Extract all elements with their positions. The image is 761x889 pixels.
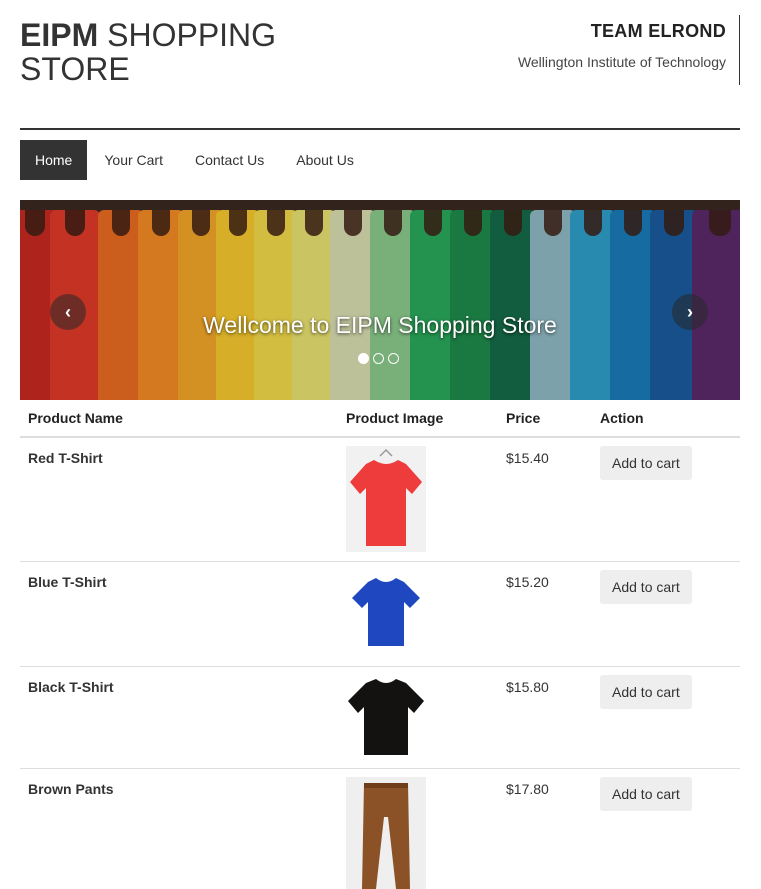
add-to-cart-button[interactable]: Add to cart bbox=[600, 776, 692, 811]
brand-bold: EIPM bbox=[20, 17, 99, 53]
product-image-cell bbox=[338, 768, 498, 889]
header-divider bbox=[20, 128, 740, 130]
site-header: EIPM SHOPPING STORE TEAM ELROND Wellingt… bbox=[20, 15, 740, 90]
carousel-indicators bbox=[358, 353, 403, 364]
carousel-indicator[interactable] bbox=[388, 353, 399, 364]
table-row: Brown Pants $17.80 Add to cart bbox=[20, 768, 740, 889]
carousel-indicator[interactable] bbox=[358, 353, 369, 364]
nav-item-contact-us[interactable]: Contact Us bbox=[180, 140, 279, 180]
brand-line1: SHOPPING bbox=[98, 17, 277, 53]
nav-item-home[interactable]: Home bbox=[20, 140, 88, 180]
carousel-prev-button[interactable]: ‹ bbox=[50, 294, 86, 330]
carousel-next-button[interactable]: › bbox=[672, 294, 708, 330]
action-cell: Add to cart bbox=[592, 768, 740, 889]
add-to-cart-button[interactable]: Add to cart bbox=[600, 569, 692, 604]
product-name: Brown Pants bbox=[20, 768, 338, 889]
institute-name: Wellington Institute of Technology bbox=[517, 54, 726, 70]
chevron-left-icon: ‹ bbox=[65, 302, 71, 322]
brand-line2: STORE bbox=[20, 51, 130, 87]
nav-item-your-cart[interactable]: Your Cart bbox=[89, 140, 178, 180]
product-name: Red T-Shirt bbox=[20, 437, 338, 562]
red-tshirt-image bbox=[346, 446, 426, 552]
team-name: TEAM ELROND bbox=[590, 21, 726, 41]
carousel-overlay bbox=[20, 200, 740, 400]
product-image-cell bbox=[338, 561, 498, 667]
action-cell: Add to cart bbox=[592, 561, 740, 667]
product-image-cell bbox=[338, 666, 498, 769]
main-nav: Home Your Cart Contact Us About Us bbox=[20, 140, 371, 180]
product-price: $17.80 bbox=[498, 768, 592, 889]
brown-pants-image bbox=[346, 776, 426, 889]
action-cell: Add to cart bbox=[592, 666, 740, 769]
team-info: TEAM ELROND Wellington Institute of Tech… bbox=[518, 15, 740, 85]
header-price: Price bbox=[498, 400, 592, 438]
header-product-name: Product Name bbox=[20, 400, 338, 438]
product-price: $15.20 bbox=[498, 561, 592, 667]
nav-item-about-us[interactable]: About Us bbox=[281, 140, 369, 180]
table-header-row: Product Name Product Image Price Action bbox=[20, 400, 740, 438]
products-table: Product Name Product Image Price Action … bbox=[20, 400, 740, 889]
table-row: Blue T-Shirt $15.20 Add to cart bbox=[20, 561, 740, 667]
carousel-indicator[interactable] bbox=[373, 353, 384, 364]
product-price: $15.40 bbox=[498, 437, 592, 562]
black-tshirt-image bbox=[348, 678, 424, 755]
product-name: Blue T-Shirt bbox=[20, 561, 338, 667]
chevron-right-icon: › bbox=[687, 302, 693, 322]
hero-carousel: Wellcome to EIPM Shopping Store ‹ › bbox=[20, 200, 740, 400]
add-to-cart-button[interactable]: Add to cart bbox=[600, 446, 692, 480]
table-row: Red T-Shirt $15.40 Add to cart bbox=[20, 437, 740, 562]
carousel-caption: Wellcome to EIPM Shopping Store bbox=[203, 312, 557, 338]
header-product-image: Product Image bbox=[338, 400, 498, 438]
blue-tshirt-image bbox=[352, 577, 420, 646]
product-price: $15.80 bbox=[498, 666, 592, 769]
site-title: EIPM SHOPPING STORE bbox=[20, 18, 276, 86]
product-name: Black T-Shirt bbox=[20, 666, 338, 769]
add-to-cart-button[interactable]: Add to cart bbox=[600, 674, 692, 709]
header-action: Action bbox=[592, 400, 740, 438]
product-image-cell bbox=[338, 437, 498, 562]
table-row: Black T-Shirt $15.80 Add to cart bbox=[20, 666, 740, 769]
action-cell: Add to cart bbox=[592, 437, 740, 562]
